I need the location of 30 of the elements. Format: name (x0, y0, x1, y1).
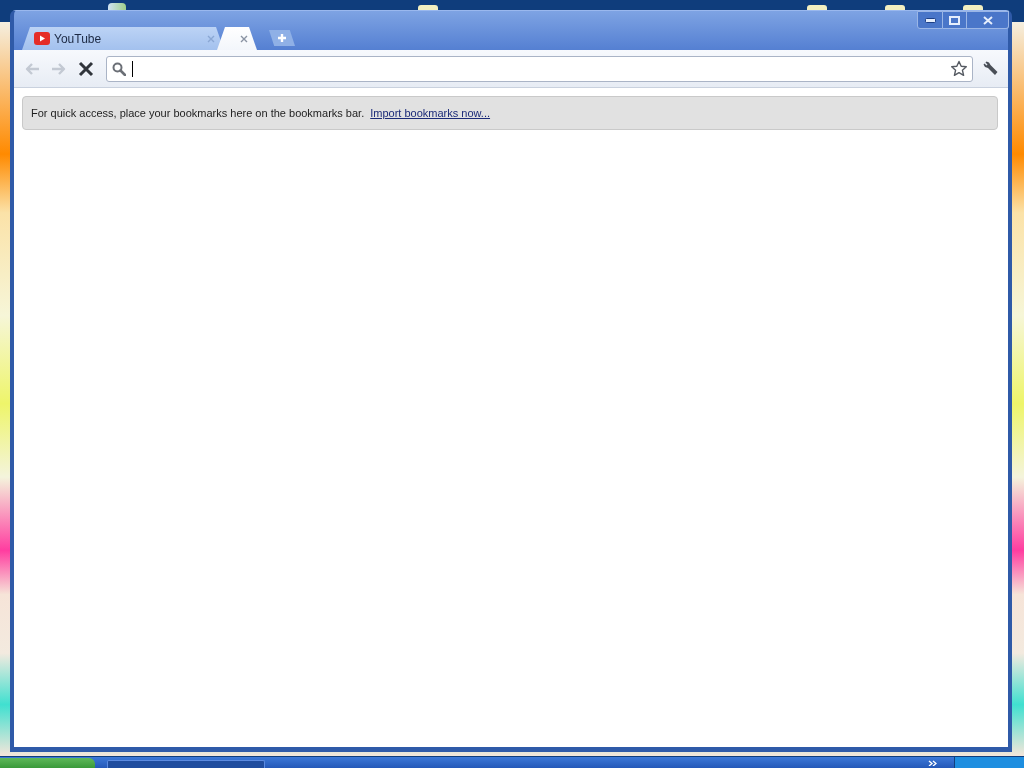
desktop-icon[interactable] (108, 3, 126, 10)
maximize-button[interactable] (943, 11, 967, 29)
minimize-icon (924, 17, 936, 23)
start-button[interactable] (0, 758, 95, 768)
forward-arrow-icon (50, 60, 67, 77)
minimize-button[interactable] (917, 11, 943, 29)
close-window-button[interactable] (967, 11, 1009, 29)
system-tray (954, 757, 1024, 768)
wrench-icon (981, 60, 999, 77)
maximize-icon (949, 15, 960, 25)
chevron-icon[interactable] (928, 760, 937, 766)
back-arrow-icon (23, 60, 40, 77)
desktop-icon[interactable] (418, 5, 438, 10)
desktop-icon[interactable] (963, 5, 983, 10)
desktop-icon[interactable] (807, 5, 827, 10)
search-icon (112, 61, 126, 76)
tab-title: YouTube (54, 30, 102, 48)
taskbar-window-button[interactable] (107, 760, 265, 768)
plus-icon (277, 33, 287, 43)
close-icon (982, 15, 993, 25)
close-tab-icon[interactable] (207, 34, 215, 43)
text-cursor (132, 60, 133, 77)
desktop-icon[interactable] (885, 5, 905, 10)
bookmarks-prompt-text: For quick access, place your bookmarks here on the bookmarks bar. (31, 105, 365, 121)
stop-icon (77, 60, 94, 77)
video-play-icon (34, 32, 50, 45)
new-tab-button[interactable] (269, 30, 295, 46)
import-bookmarks-link[interactable]: Import bookmarks now... (370, 104, 491, 122)
close-tab-icon[interactable] (240, 34, 248, 43)
star-icon[interactable] (950, 59, 968, 78)
